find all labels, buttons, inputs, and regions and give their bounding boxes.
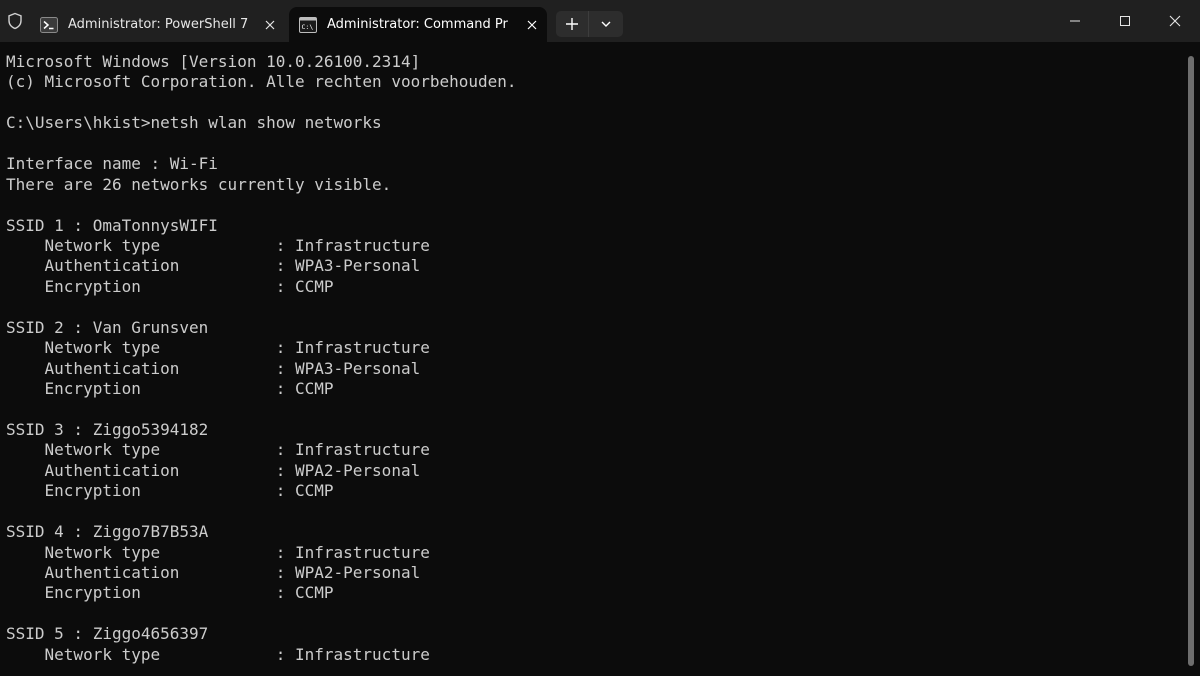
- plus-icon: [566, 18, 578, 30]
- terminal-line: Network type : Infrastructure: [6, 440, 430, 460]
- terminal-line: There are 26 networks currently visible.: [6, 174, 392, 194]
- terminal-line: SSID 4 : Ziggo7B7B53A: [6, 522, 209, 542]
- tab-title: Administrator: Command Pr: [327, 17, 508, 32]
- terminal-line: Authentication : WPA3-Personal: [6, 358, 421, 378]
- terminal-line: SSID 1 : OmaTonnysWIFI: [6, 215, 218, 235]
- terminal-line: Encryption : CCMP: [6, 481, 334, 501]
- command-prompt-icon: C:\: [299, 16, 317, 33]
- terminal-line: Network type : Infrastructure: [6, 644, 430, 664]
- terminal-line: Interface name : Wi-Fi: [6, 154, 218, 174]
- window-controls: [1050, 0, 1200, 42]
- terminal-line: Network type : Infrastructure: [6, 235, 430, 255]
- title-bar: Administrator: PowerShell 7 C:\ Administ…: [0, 0, 1200, 42]
- terminal-line: Encryption : CCMP: [6, 379, 334, 398]
- svg-text:C:\: C:\: [302, 23, 314, 31]
- maximize-icon: [1120, 16, 1130, 26]
- tab-command-prompt[interactable]: C:\ Administrator: Command Pr: [289, 7, 547, 42]
- terminal-line: Authentication : WPA2-Personal: [6, 562, 421, 582]
- terminal-line: SSID 5 : Ziggo4656397: [6, 624, 209, 644]
- powershell-icon: [40, 16, 58, 33]
- terminal-line: Network type : Infrastructure: [6, 338, 430, 358]
- terminal-line: Encryption : CCMP: [6, 583, 334, 603]
- terminal-line: Authentication : WPA2-Personal: [6, 460, 421, 480]
- maximize-button[interactable]: [1100, 0, 1150, 42]
- terminal-line: Network type : Infrastructure: [6, 542, 430, 562]
- terminal-line: SSID 2 : Van Grunsven: [6, 317, 209, 337]
- terminal-line: SSID 3 : Ziggo5394182: [6, 419, 209, 439]
- new-tab-button[interactable]: [556, 11, 589, 37]
- terminal-line: Microsoft Windows [Version 10.0.26100.23…: [6, 52, 421, 71]
- terminal-line: C:\Users\hkist>netsh wlan show networks: [6, 113, 382, 133]
- close-icon: [1169, 15, 1181, 27]
- chevron-down-icon: [601, 21, 611, 27]
- terminal-line: (c) Microsoft Corporation. Alle rechten …: [6, 72, 517, 92]
- new-tab-dropdown-button[interactable]: [589, 11, 623, 37]
- scrollbar-thumb[interactable]: [1188, 56, 1194, 666]
- terminal-line: Encryption : CCMP: [6, 276, 334, 296]
- shield-icon: [0, 0, 30, 42]
- minimize-icon: [1070, 20, 1080, 22]
- tab-title: Administrator: PowerShell 7: [68, 17, 249, 32]
- tab-powershell[interactable]: Administrator: PowerShell 7: [30, 7, 285, 42]
- close-tab-icon[interactable]: [255, 11, 285, 39]
- minimize-button[interactable]: [1050, 0, 1100, 42]
- close-tab-icon[interactable]: [517, 11, 547, 39]
- terminal-output[interactable]: Microsoft Windows [Version 10.0.26100.23…: [0, 42, 1186, 676]
- close-button[interactable]: [1150, 0, 1200, 42]
- terminal-line: Authentication : WPA3-Personal: [6, 256, 421, 276]
- new-tab-group: [556, 11, 623, 37]
